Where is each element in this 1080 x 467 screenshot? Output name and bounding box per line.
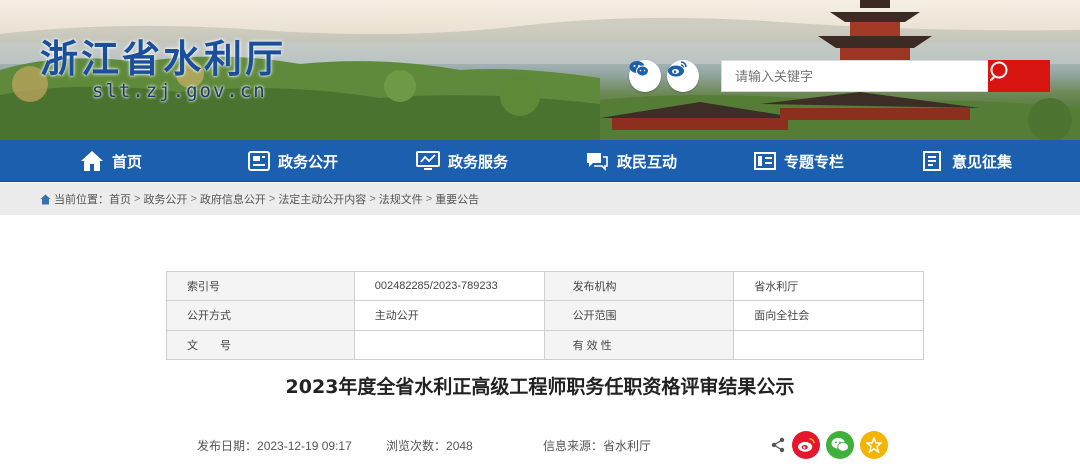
publisher-value: 省水利厅 — [733, 270, 924, 302]
table-row: 索引号 002482285/2023-789233 发布机构 省水利厅 — [166, 270, 924, 302]
view-count-value: 2048 — [446, 439, 473, 453]
validity-value — [733, 329, 924, 361]
home-icon — [80, 150, 104, 172]
breadcrumb-separator: > — [134, 193, 141, 205]
breadcrumb-gov-open[interactable]: 政务公开 — [143, 191, 187, 207]
weibo-button[interactable] — [667, 60, 699, 92]
weibo-icon — [798, 438, 815, 452]
breadcrumb-statutory-content[interactable]: 法定主动公开内容 — [278, 191, 366, 207]
breadcrumb-separator: > — [190, 193, 197, 205]
breadcrumb-home[interactable]: 首页 — [109, 191, 131, 207]
table-row: 公开方式 主动公开 公开范围 面向全社会 — [166, 300, 924, 331]
publish-date-value: 2023-12-19 09:17 — [257, 439, 352, 453]
header-banner: 浙江省水利厅 slt.zj.gov.cn — [0, 0, 1080, 140]
gov-open-icon — [248, 151, 270, 171]
share-wechat-button[interactable] — [826, 431, 854, 459]
search-icon — [990, 61, 1008, 81]
publisher-label: 发布机构 — [543, 270, 735, 302]
disclosure-method-label: 公开方式 — [166, 300, 355, 331]
info-source-value: 省水利厅 — [603, 439, 652, 453]
nav-item-feedback[interactable]: 意见征集 — [922, 140, 1012, 182]
table-row: 文 号 有 效 性 — [166, 329, 924, 361]
index-number-label: 索引号 — [166, 270, 355, 302]
breadcrumb: 当前位置： 首页 > 政务公开 > 政府信息公开 > 法定主动公开内容 > 法规… — [40, 183, 479, 215]
nav-item-label: 专题专栏 — [784, 152, 845, 171]
breadcrumb-bar: 当前位置： 首页 > 政务公开 > 政府信息公开 > 法定主动公开内容 > 法规… — [0, 183, 1080, 215]
view-count: 浏览次数：2048 — [386, 437, 473, 454]
breadcrumb-separator: > — [425, 193, 433, 205]
validity-label: 有 效 性 — [543, 329, 735, 361]
document-info-table: 索引号 002482285/2023-789233 发布机构 省水利厅 公开方式… — [166, 270, 924, 361]
disclosure-scope-label: 公开范围 — [543, 300, 735, 331]
document-number-label: 文 号 — [166, 329, 355, 361]
nav-item-topics[interactable]: 专题专栏 — [754, 140, 844, 182]
nav-item-label: 首页 — [112, 152, 143, 171]
nav-item-label: 意见征集 — [952, 152, 1013, 171]
disclosure-method-value: 主动公开 — [353, 300, 545, 331]
site-title-logo[interactable]: 浙江省水利厅 — [40, 28, 286, 83]
info-source: 信息来源：省水利厅 — [543, 437, 651, 454]
weibo-icon — [668, 61, 687, 77]
share-icon — [771, 437, 785, 453]
document-number-value — [353, 329, 545, 361]
breadcrumb-gov-info[interactable]: 政府信息公开 — [200, 191, 266, 207]
share-weibo-button[interactable] — [792, 431, 820, 459]
share-button[interactable] — [764, 431, 792, 459]
breadcrumb-separator: > — [268, 193, 276, 205]
article-title: 2023年度全省水利正高级工程师职务任职资格评审结果公示 — [285, 376, 795, 398]
topic-icon — [754, 151, 776, 171]
main-nav: 首页 政务公开 政务服务 政民互动 专题专栏 意见征集 — [0, 140, 1080, 182]
breadcrumb-separator: > — [369, 193, 376, 205]
disclosure-scope-value: 面向全社会 — [733, 300, 924, 331]
index-number-value: 002482285/2023-789233 — [353, 270, 545, 302]
wechat-icon — [831, 437, 849, 452]
chat-icon — [585, 151, 609, 171]
search-input[interactable] — [721, 60, 989, 92]
nav-item-home[interactable]: 首页 — [80, 140, 142, 182]
breadcrumb-prefix: 当前位置： — [54, 194, 109, 206]
publish-date: 发布日期：2023-12-19 09:17 — [197, 437, 352, 454]
gov-service-icon — [416, 151, 440, 171]
site-domain: slt.zj.gov.cn — [92, 80, 267, 102]
location-icon — [40, 194, 51, 205]
breadcrumb-announcements[interactable]: 重要公告 — [435, 191, 479, 207]
publish-date-label: 发布日期： — [197, 439, 258, 453]
nav-item-label: 政务服务 — [448, 152, 509, 171]
nav-item-gov-open[interactable]: 政务公开 — [248, 140, 338, 182]
nav-item-interaction[interactable]: 政民互动 — [585, 140, 677, 182]
nav-item-label: 政民互动 — [617, 152, 678, 171]
search-button[interactable] — [988, 60, 1050, 92]
nav-item-gov-service[interactable]: 政务服务 — [416, 140, 508, 182]
view-count-label: 浏览次数： — [386, 439, 447, 453]
wechat-icon — [629, 61, 649, 77]
feedback-icon — [922, 151, 944, 171]
breadcrumb-regulations[interactable]: 法规文件 — [379, 191, 423, 207]
wechat-button[interactable] — [629, 60, 661, 92]
info-source-label: 信息来源： — [543, 439, 604, 453]
favorite-button[interactable] — [860, 431, 888, 459]
favorite-icon — [866, 437, 882, 453]
nav-item-label: 政务公开 — [278, 152, 339, 171]
